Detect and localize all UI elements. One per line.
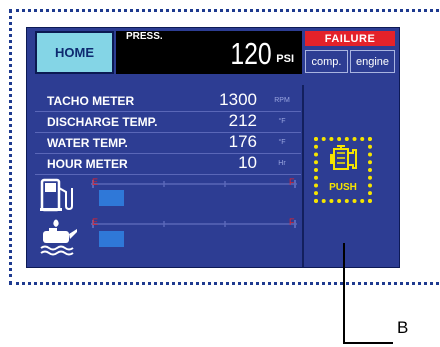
fuel-level-fill <box>99 190 124 206</box>
home-button[interactable]: HOME <box>35 31 114 74</box>
panel-divider <box>302 85 304 267</box>
meter-row-discharge-temp: DISCHARGE TEMP. 212 °F <box>35 111 301 131</box>
meter-label: HOUR METER <box>47 157 128 171</box>
oil-can-icon <box>40 219 77 256</box>
meter-value: 1300 <box>219 90 257 109</box>
meter-label: TACHO METER <box>47 94 135 108</box>
meter-unit: RPM <box>274 97 290 104</box>
failure-comp-label: comp. <box>311 55 342 68</box>
oil-level-gauge: E F <box>91 218 297 247</box>
push-button-label: PUSH <box>329 182 357 193</box>
home-button-label: HOME <box>55 45 94 60</box>
failure-header: FAILURE <box>305 31 395 46</box>
oil-full-mark: F <box>289 218 295 227</box>
callout-leader-horizontal <box>343 342 393 344</box>
meter-value: 212 <box>228 111 257 130</box>
callout-label-b: B <box>397 318 409 337</box>
pressure-value: 120 <box>230 36 272 71</box>
failure-comp-button[interactable]: comp. <box>305 50 348 73</box>
meter-row-water-temp: WATER TEMP. 176 °F <box>35 132 301 152</box>
oil-empty-mark: E <box>92 218 98 227</box>
engine-warning-icon <box>330 145 357 170</box>
control-panel-display: HOME PRESS. 120 PSI FAILURE comp. engine… <box>26 27 400 268</box>
meter-label: DISCHARGE TEMP. <box>47 115 158 129</box>
push-button[interactable]: PUSH <box>314 137 372 203</box>
meter-unit: °F <box>278 118 286 125</box>
meter-value: 10 <box>238 153 257 172</box>
meter-row-tacho: TACHO METER 1300 RPM <box>35 90 301 110</box>
meter-unit: °F <box>278 139 286 146</box>
fuel-full-mark: F <box>289 178 295 187</box>
row-divider <box>35 111 301 112</box>
meter-unit: Hr <box>278 160 286 167</box>
failure-title: FAILURE <box>324 32 376 45</box>
fuel-empty-mark: E <box>92 178 98 187</box>
row-divider <box>35 174 301 175</box>
pressure-label: PRESS. <box>126 31 163 42</box>
fuel-level-gauge: E F <box>91 178 297 206</box>
fuel-pump-icon <box>40 178 73 212</box>
failure-engine-button[interactable]: engine <box>350 50 395 73</box>
meter-row-hour-meter: HOUR METER 10 Hr <box>35 153 301 173</box>
row-divider <box>35 153 301 154</box>
callout-leader-vertical <box>343 243 345 344</box>
row-divider <box>35 132 301 133</box>
meter-label: WATER TEMP. <box>47 136 128 150</box>
pressure-readout: PRESS. 120 PSI <box>116 31 302 74</box>
meter-value: 176 <box>228 132 257 151</box>
pressure-unit: PSI <box>276 53 294 65</box>
oil-level-fill <box>99 231 124 247</box>
failure-engine-label: engine <box>355 55 390 68</box>
